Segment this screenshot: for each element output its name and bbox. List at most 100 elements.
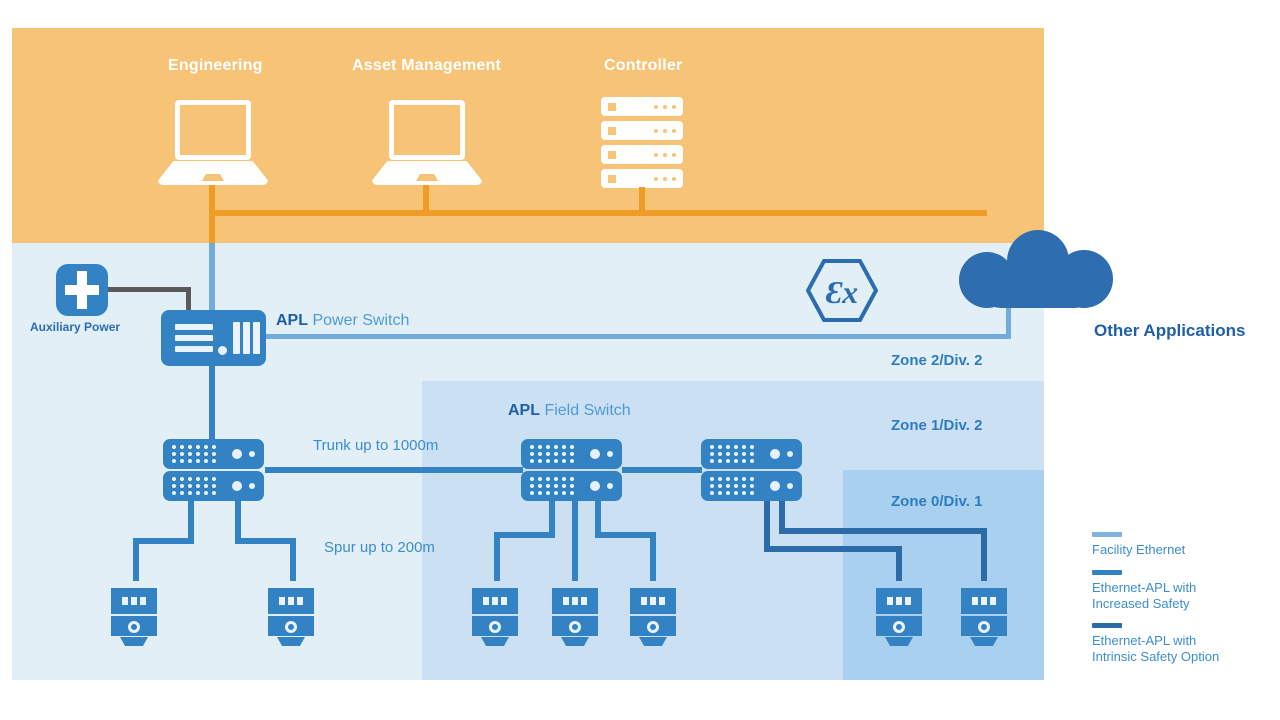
field-switch-lower	[163, 471, 264, 501]
legend-swatch	[1092, 532, 1122, 537]
status-led-small	[249, 451, 255, 457]
status-led-large	[232, 481, 242, 491]
field-device	[472, 588, 518, 646]
rack-led-square	[608, 103, 616, 111]
facility-bus-riser-orange	[209, 210, 215, 243]
field-device	[552, 588, 598, 646]
status-led-large	[590, 481, 600, 491]
laptop-icon-engineering	[158, 100, 268, 185]
port-grid	[172, 477, 224, 495]
laptop-screen	[389, 100, 465, 160]
rack-unit	[601, 145, 683, 164]
status-led-small	[249, 483, 255, 489]
bus-drop-engineering	[209, 185, 215, 213]
legend-label: Facility Ethernet	[1092, 542, 1186, 557]
facility-ethernet-to-cloud-horizontal	[266, 334, 1011, 339]
switch-port	[253, 322, 260, 354]
spur-1b-drop	[290, 538, 296, 581]
device-base	[277, 637, 305, 646]
cloud-body	[979, 264, 1097, 308]
label-apl-field-switch: APL Field Switch	[508, 402, 631, 420]
label-zone-1: Zone 1/Div. 2	[891, 417, 983, 434]
device-dial	[569, 621, 581, 633]
device-dial	[978, 621, 990, 633]
apl-field-switch-icon-1	[163, 439, 264, 501]
laptop-base	[158, 161, 268, 185]
apl-field-switch-icon-3	[701, 439, 802, 501]
port-grid	[530, 445, 582, 463]
apl-prefix: APL	[508, 402, 540, 419]
spur-3b-drop	[981, 528, 987, 581]
field-switch-lower	[521, 471, 622, 501]
rack-dots	[654, 153, 676, 157]
device-dial	[893, 621, 905, 633]
label-zone-2: Zone 2/Div. 2	[891, 352, 983, 369]
field-switch-upper	[521, 439, 622, 469]
spur-2a-horizontal	[494, 532, 555, 538]
bus-drop-asset-management	[423, 185, 429, 213]
device-head	[111, 588, 157, 614]
aux-power-cable-horizontal	[108, 287, 191, 292]
device-base	[970, 637, 998, 646]
status-led-large	[232, 449, 242, 459]
device-head	[630, 588, 676, 614]
device-dial	[285, 621, 297, 633]
switch-port	[233, 322, 240, 354]
rack-dots	[654, 177, 676, 181]
atex-ex-hexagon-icon: Ɛx	[805, 258, 879, 323]
field-device	[630, 588, 676, 646]
apl-power-switch-icon	[161, 310, 266, 366]
label-engineering: Engineering	[168, 57, 263, 74]
status-led-small	[787, 483, 793, 489]
rack-unit	[601, 169, 683, 188]
spur-1a-horizontal	[133, 538, 194, 544]
apl-field-switch-icon-2	[521, 439, 622, 501]
field-device	[961, 588, 1007, 646]
device-base	[120, 637, 148, 646]
device-base	[481, 637, 509, 646]
spur-2c-horizontal	[595, 532, 656, 538]
legend-label: Ethernet-APL with Intrinsic Safety Optio…	[1092, 633, 1220, 664]
field-switch-upper	[163, 439, 264, 469]
device-dial	[647, 621, 659, 633]
device-head	[552, 588, 598, 614]
legend-swatch	[1092, 623, 1122, 628]
legend-swatch	[1092, 570, 1122, 575]
rack-led-square	[608, 151, 616, 159]
apl-suffix: Field Switch	[540, 402, 631, 419]
diagram-canvas: Engineering Asset Management Controller	[0, 0, 1280, 720]
laptop-base	[372, 161, 482, 185]
device-dial	[128, 621, 140, 633]
device-head	[876, 588, 922, 614]
power-plus-icon	[56, 264, 108, 316]
spur-1a-vertical	[188, 501, 194, 543]
field-device	[876, 588, 922, 646]
spur-2b-vertical	[572, 501, 578, 581]
status-led-small	[607, 483, 613, 489]
status-led-small	[607, 451, 613, 457]
port-grid	[530, 477, 582, 495]
label-controller: Controller	[604, 57, 683, 74]
switch-port	[243, 322, 250, 354]
legend-item-facility-ethernet: Facility Ethernet	[1092, 532, 1185, 558]
field-switch-lower	[701, 471, 802, 501]
rack-led-square	[608, 175, 616, 183]
plus-vertical-bar	[77, 271, 87, 309]
spur-3a-drop	[896, 546, 902, 581]
port-grid	[710, 477, 762, 495]
label-apl-power-switch: APL Power Switch	[276, 312, 409, 330]
laptop-screen	[175, 100, 251, 160]
switch-bar	[175, 335, 213, 341]
svg-text:Ɛx: Ɛx	[826, 274, 858, 310]
spur-2c-drop	[650, 532, 656, 581]
legend-label: Ethernet-APL with Increased Safety	[1092, 580, 1197, 611]
spur-2a-drop	[494, 532, 500, 581]
switch-status-dot	[218, 346, 227, 355]
laptop-icon-asset-management	[372, 100, 482, 185]
spur-3a-vertical	[764, 501, 770, 551]
rack-dots	[654, 129, 676, 133]
field-switch-upper	[701, 439, 802, 469]
apl-suffix: Power Switch	[308, 312, 410, 329]
spur-1a-drop	[133, 538, 139, 581]
device-head	[961, 588, 1007, 614]
